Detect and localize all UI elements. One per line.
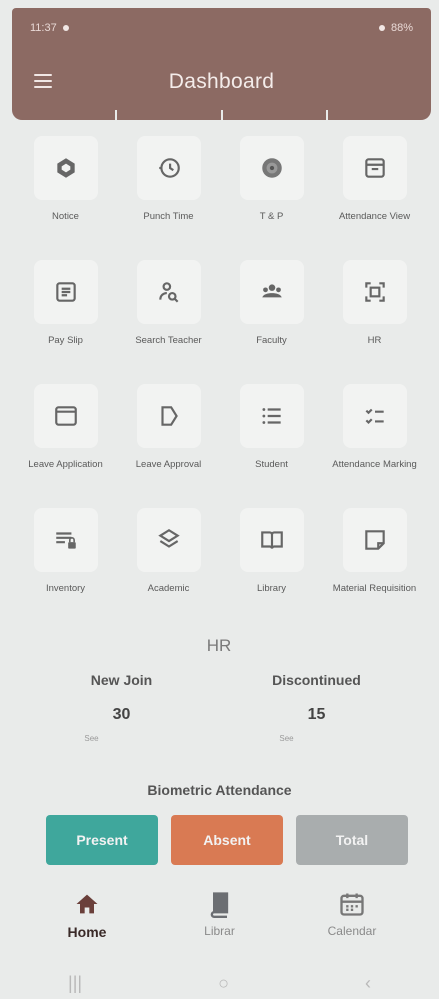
tile-leave-approval[interactable]: Leave Approval [117,378,220,502]
tile-search-teacher[interactable]: Search Teacher [117,254,220,378]
nav-library-label: Librar [204,924,235,938]
tile-label: Student [255,459,288,470]
calendar-icon [340,893,364,916]
tile-faculty[interactable]: Faculty [220,254,323,378]
scan-frame-icon [342,260,407,324]
inventory-icon [33,508,98,572]
header-divider [12,110,431,120]
tile-student[interactable]: Student [220,378,323,502]
signal-icon [378,25,385,31]
biometric-title: Biometric Attendance [147,782,292,798]
nav-calendar-label: Calendar [327,924,377,938]
tile-library[interactable]: Library [220,502,323,626]
tile-tp[interactable]: T & P [220,130,323,254]
tile-academic[interactable]: Academic [117,502,220,626]
module-grid: Notice Punch Time T & P Attendance View … [14,130,426,626]
tile-label: Material Requisition [332,583,417,594]
tile-inventory[interactable]: Inventory [14,502,117,626]
discontinued-card[interactable]: Discontinued 15 See [219,672,414,743]
tile-label: Leave Application [28,459,103,470]
biometric-buttons: Present Absent Total [46,815,408,865]
nav-calendar[interactable]: Calendar [297,890,407,960]
checklist-icon [342,384,407,448]
tile-attendance-marking[interactable]: Attendance Marking [323,378,426,502]
tile-hr[interactable]: HR [323,254,426,378]
tile-label: Inventory [45,583,86,594]
system-home-button[interactable]: ○ [218,973,229,994]
discontinued-value: 15 [307,706,326,723]
new-join-value: 30 [112,706,131,723]
hr-summary: HR New Join 30 See Discontinued 15 See [24,636,414,743]
nav-home[interactable]: Home [32,890,142,960]
payslip-icon [33,260,98,324]
discontinued-label: Discontinued [272,672,361,688]
page-title: Dashboard [168,70,275,93]
app-header: 11:37 88% Dashboard [12,8,431,120]
tile-label: HR [367,335,382,346]
archive-icon [342,136,407,200]
tile-pay-slip[interactable]: Pay Slip [14,254,117,378]
bottom-nav: Home Librar Calendar [0,890,439,960]
tile-label: Faculty [256,335,287,346]
note-icon [342,508,407,572]
layers-icon [136,508,201,572]
history-clock-icon [136,136,201,200]
tile-punch-time[interactable]: Punch Time [117,130,220,254]
tile-label: T & P [259,211,284,222]
library-book-icon [210,892,228,918]
absent-button[interactable]: Absent [171,815,283,865]
tile-leave-application[interactable]: Leave Application [14,378,117,502]
target-icon [239,136,304,200]
recent-apps-button[interactable]: ||| [68,973,82,994]
new-join-see-link[interactable]: See [24,734,159,743]
new-join-label: New Join [90,672,153,688]
tile-label: Leave Approval [135,459,202,470]
system-navigation-bar: ||| ○ ‹ [0,968,439,999]
hexagon-icon [33,136,98,200]
group-icon [239,260,304,324]
status-bar: 11:37 88% [12,8,431,48]
notification-icon [62,25,69,31]
tile-label: Pay Slip [48,335,83,346]
window-icon [33,384,98,448]
status-time: 11:37 [30,22,57,34]
tag-icon [136,384,201,448]
total-button[interactable]: Total [296,815,408,865]
tile-material-requisition[interactable]: Material Requisition [323,502,426,626]
home-icon [76,894,98,914]
tile-label: Attendance Marking [332,459,417,470]
tile-notice[interactable]: Notice [14,130,117,254]
book-icon [239,508,304,572]
tile-label: Notice [52,211,79,222]
search-person-icon [136,260,201,324]
hr-title: HR [206,636,232,655]
tile-label: Punch Time [143,211,194,222]
list-icon [239,384,304,448]
tile-label: Academic [147,583,190,594]
nav-library[interactable]: Librar [165,890,275,960]
tile-label: Attendance View [338,211,411,222]
battery-level: 88% [390,22,413,34]
present-button[interactable]: Present [46,815,158,865]
back-button[interactable]: ‹ [365,973,371,994]
tile-label: Library [256,583,287,594]
nav-home-label: Home [67,924,107,940]
discontinued-see-link[interactable]: See [219,734,354,743]
tile-label: Search Teacher [135,335,202,346]
tile-attendance-view[interactable]: Attendance View [323,130,426,254]
new-join-card[interactable]: New Join 30 See [24,672,219,743]
